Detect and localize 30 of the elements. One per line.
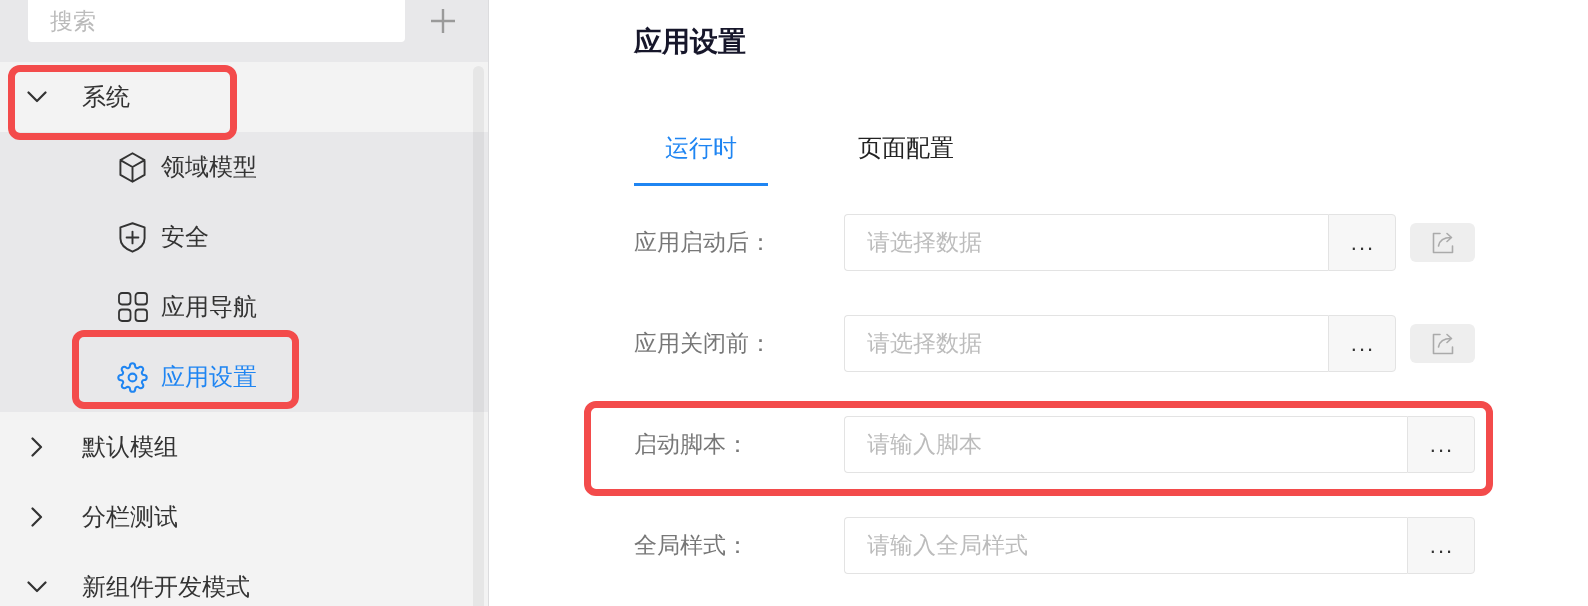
tree-item[interactable]: 安全: [0, 202, 488, 272]
tree-item[interactable]: 默认模组: [0, 412, 488, 482]
tab[interactable]: 运行时: [634, 112, 768, 186]
more-button[interactable]: ...: [1328, 214, 1396, 271]
export-button[interactable]: [1410, 324, 1475, 363]
field-label: 全局样式：: [634, 531, 750, 560]
input-field[interactable]: 请选择数据: [844, 214, 1328, 271]
tree-item[interactable]: 领域模型: [0, 132, 488, 202]
shield-plus-icon: [119, 221, 146, 253]
export-button[interactable]: [1410, 223, 1475, 262]
settings-icon: [117, 361, 148, 393]
field-label: 启动脚本：: [634, 430, 750, 459]
search-field[interactable]: 搜索: [28, 0, 405, 42]
cube-icon: [119, 151, 146, 183]
tree-item[interactable]: 系统: [0, 62, 488, 132]
input-field[interactable]: 请选择数据: [844, 315, 1328, 372]
input-field[interactable]: 请输入脚本: [844, 416, 1407, 473]
field-label: 应用启动后：: [634, 228, 773, 257]
tree-item[interactable]: 分栏测试: [0, 482, 488, 552]
page-title: 应用设置: [634, 25, 746, 59]
tab[interactable]: 页面配置: [827, 112, 985, 186]
more-button[interactable]: ...: [1407, 416, 1475, 473]
field-label: 应用关闭前：: [634, 329, 773, 358]
more-button[interactable]: ...: [1407, 517, 1475, 574]
tree-item[interactable]: 新组件开发模式: [0, 552, 488, 606]
grid-icon: [117, 292, 148, 322]
more-button[interactable]: ...: [1328, 315, 1396, 372]
tree-item[interactable]: 应用导航: [0, 272, 488, 342]
plus-icon[interactable]: [430, 8, 456, 34]
input-field[interactable]: 请输入全局样式: [844, 517, 1407, 574]
